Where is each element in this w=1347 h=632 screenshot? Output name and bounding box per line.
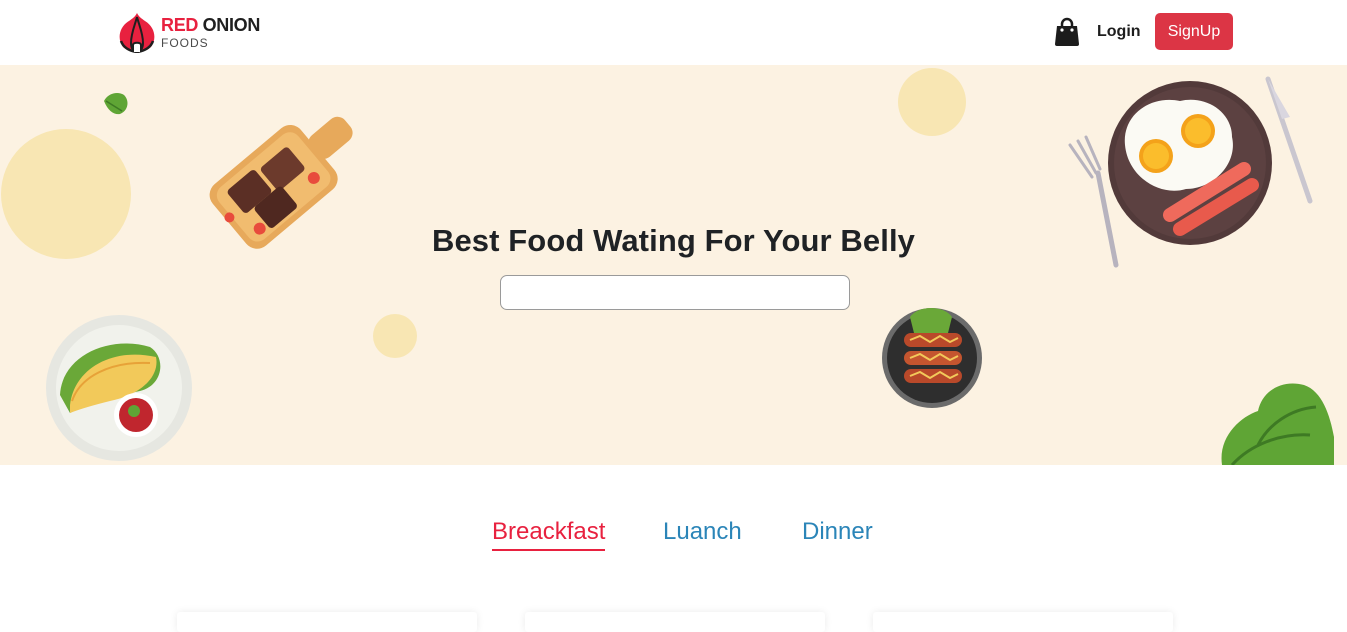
brand-name-black: ONION (202, 14, 261, 35)
tab-lunch[interactable]: Luanch (663, 515, 742, 549)
meal-tabs: Breackfast Luanch Dinner (0, 515, 1347, 555)
search-input[interactable] (500, 275, 850, 310)
brand-logo[interactable]: RED ONION FOODS (117, 10, 260, 54)
login-link[interactable]: Login (1097, 23, 1141, 41)
shopping-bag-icon (1055, 17, 1079, 46)
onion-logo-icon (119, 13, 155, 53)
tab-breakfast[interactable]: Breackfast (492, 515, 606, 551)
decor-circle (898, 68, 966, 136)
food-card[interactable] (177, 612, 477, 632)
tab-dinner[interactable]: Dinner (802, 515, 873, 549)
brand-name-red: RED (161, 14, 199, 35)
leaf-icon (104, 93, 128, 115)
cart-button[interactable] (1054, 17, 1080, 52)
lettuce-leaf-icon (1221, 383, 1334, 465)
decor-circle (373, 314, 417, 358)
sausage-plate-icon (882, 308, 982, 408)
navbar: RED ONION FOODS Login SignUp (0, 0, 1347, 65)
brand-subtitle: FOODS (161, 35, 209, 50)
food-card[interactable] (873, 612, 1173, 632)
hero-title: Best Food Wating For Your Belly (431, 223, 916, 258)
taco-plate-icon (46, 315, 192, 461)
hero-decoration (1, 68, 1334, 465)
signup-button[interactable]: SignUp (1155, 13, 1233, 50)
food-card[interactable] (525, 612, 825, 632)
hero-banner: Best Food Wating For Your Belly (0, 65, 1347, 465)
